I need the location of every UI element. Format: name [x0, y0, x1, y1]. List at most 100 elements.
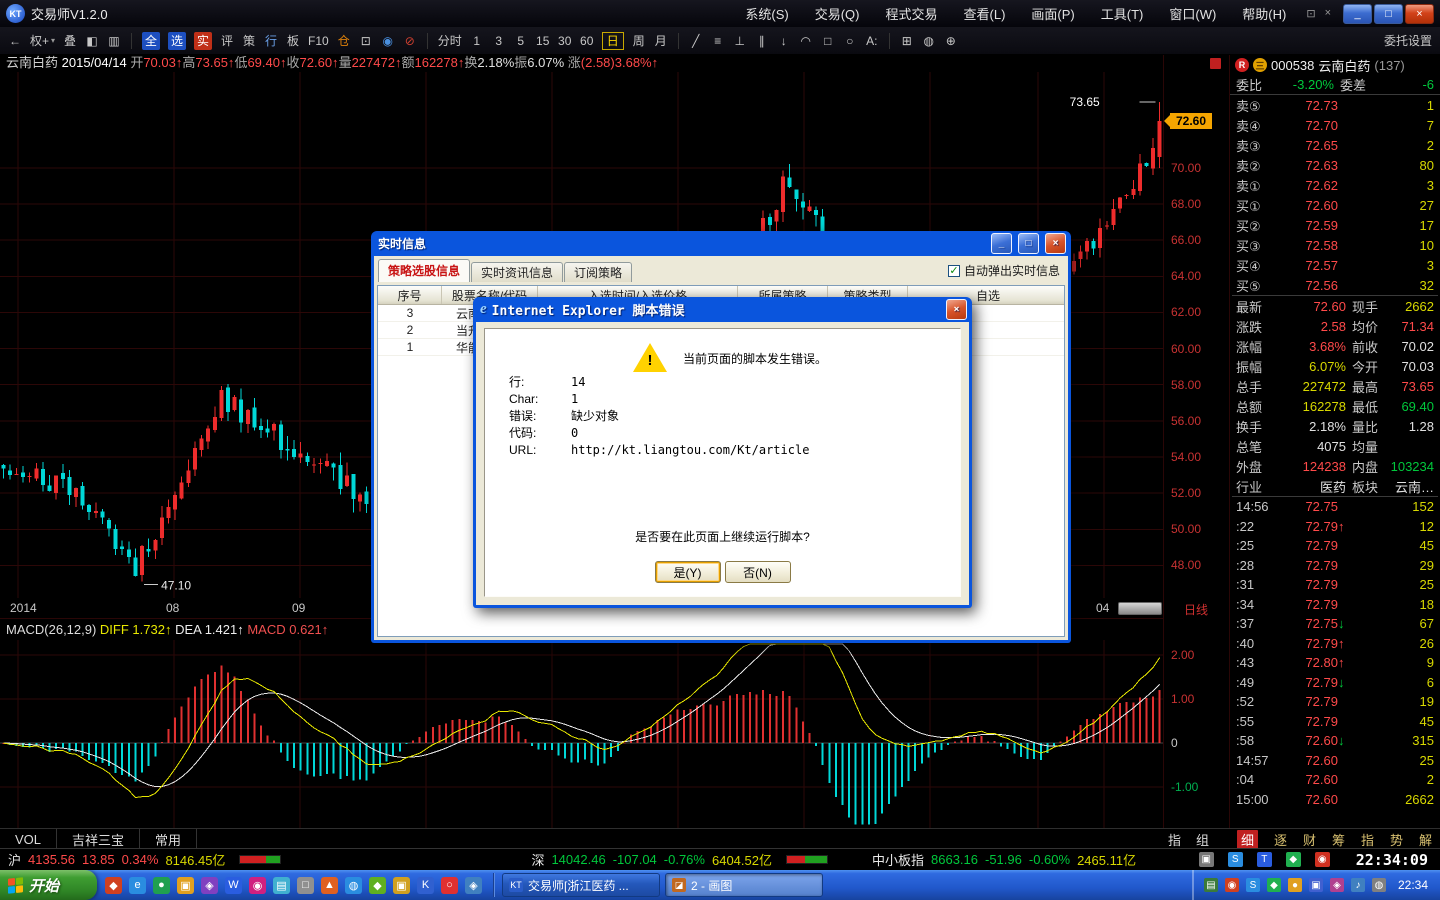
h-scrollbar-thumb[interactable]: [1118, 602, 1162, 615]
quick-launch-icon-1[interactable]: e: [129, 877, 146, 894]
tray-icon-3[interactable]: ◆: [1267, 878, 1281, 892]
ie-dialog-close-button[interactable]: ×: [946, 299, 967, 320]
statusbar-icon-2[interactable]: T: [1257, 852, 1272, 867]
trendline-tool-icon[interactable]: ╱: [689, 32, 703, 50]
zoom-icon[interactable]: ⊕: [944, 32, 958, 50]
period-day[interactable]: 日: [602, 32, 624, 50]
menu-item-0[interactable]: 系统(S): [745, 4, 788, 23]
grid-view-icon[interactable]: ▥: [107, 32, 121, 50]
mini-tab-1[interactable]: 组: [1196, 830, 1209, 849]
all-market-button[interactable]: 全: [142, 32, 160, 50]
task-button-1[interactable]: ◪2 - 画图: [665, 873, 823, 897]
yes-button[interactable]: 是(Y): [655, 561, 721, 583]
start-button[interactable]: 开始: [0, 870, 97, 900]
quote-tab-逐[interactable]: 逐: [1274, 830, 1287, 849]
quick-launch-icon-7[interactable]: ▤: [273, 877, 290, 894]
period-60min[interactable]: 60: [580, 32, 594, 50]
quick-launch-icon-6[interactable]: ◉: [249, 877, 266, 894]
quick-launch-icon-12[interactable]: ▣: [393, 877, 410, 894]
quick-launch-icon-3[interactable]: ▣: [177, 877, 194, 894]
quote-tab-筹[interactable]: 筹: [1332, 830, 1345, 849]
overlay-icon[interactable]: 叠: [63, 32, 77, 50]
hline-tool-icon[interactable]: ≡: [711, 32, 725, 50]
statusbar-icon-3[interactable]: ◆: [1286, 852, 1301, 867]
dialog-close-button[interactable]: ×: [1045, 233, 1066, 254]
text-tool-icon[interactable]: A:: [865, 32, 879, 50]
quick-launch-icon-4[interactable]: ◈: [201, 877, 218, 894]
quick-launch-icon-0[interactable]: ◆: [105, 877, 122, 894]
tray-icon-0[interactable]: ▤: [1204, 878, 1218, 892]
arc-tool-icon[interactable]: ◠: [799, 32, 813, 50]
info-icon[interactable]: 三: [1253, 58, 1267, 72]
quotes-button[interactable]: 行: [264, 32, 278, 50]
axis-corner-icon[interactable]: [1210, 58, 1221, 69]
task-button-0[interactable]: KT交易师[浙江医药 ...: [502, 873, 660, 897]
f10-button[interactable]: F10: [308, 32, 329, 50]
menu-item-4[interactable]: 画面(P): [1031, 4, 1074, 23]
dialog-minimize-button[interactable]: _: [991, 233, 1012, 254]
dialog-tab-2[interactable]: 订阅策略: [564, 262, 632, 282]
dialog-maximize-button[interactable]: □: [1018, 233, 1039, 254]
quote-tab-财[interactable]: 财: [1303, 830, 1316, 849]
channel-tool-icon[interactable]: ∥: [755, 32, 769, 50]
quote-tab-指[interactable]: 指: [1361, 830, 1374, 849]
indicator-tab-1[interactable]: 吉祥三宝: [57, 829, 140, 849]
indicator-tab-0[interactable]: VOL: [0, 829, 57, 849]
quick-launch-icon-10[interactable]: ◍: [345, 877, 362, 894]
table-column-header-0[interactable]: 序号: [378, 286, 442, 304]
quick-launch-icon-13[interactable]: K: [417, 877, 434, 894]
quote-tab-细[interactable]: 细: [1237, 830, 1258, 849]
layout-icon[interactable]: ⊞: [900, 32, 914, 50]
dialog-tab-1[interactable]: 实时资讯信息: [471, 262, 563, 282]
period-month[interactable]: 月: [654, 32, 668, 50]
maximize-button[interactable]: □: [1374, 4, 1403, 24]
statusbar-icon-4[interactable]: ◉: [1315, 852, 1330, 867]
period-label[interactable]: 日线: [1184, 601, 1208, 618]
macd-chart[interactable]: [0, 640, 1163, 828]
board-button[interactable]: 板: [286, 32, 300, 50]
menu-item-2[interactable]: 程式交易: [886, 4, 938, 23]
stop-icon[interactable]: ⊘: [403, 32, 417, 50]
period-5min[interactable]: 5: [514, 32, 528, 50]
menu-item-3[interactable]: 查看(L): [964, 4, 1006, 23]
quick-launch-icon-11[interactable]: ◆: [369, 877, 386, 894]
review-button[interactable]: 评: [220, 32, 234, 50]
tray-icon-5[interactable]: ▣: [1309, 878, 1323, 892]
back-icon[interactable]: ←: [8, 32, 22, 50]
globe-icon[interactable]: ◍: [922, 32, 936, 50]
stock-pick-button[interactable]: 选: [168, 32, 186, 50]
quick-launch-icon-14[interactable]: ○: [441, 877, 458, 894]
menu-item-1[interactable]: 交易(Q): [815, 4, 860, 23]
order-settings-button[interactable]: 委托设置: [1384, 32, 1432, 50]
quote-tab-势[interactable]: 势: [1390, 830, 1403, 849]
tray-icon-7[interactable]: ♪: [1351, 878, 1365, 892]
ie-dialog-titlebar[interactable]: e Internet Explorer 脚本错误 ×: [476, 297, 969, 322]
statusbar-icon-0[interactable]: ▣: [1199, 852, 1214, 867]
period-30min[interactable]: 30: [558, 32, 572, 50]
dialog-tab-0[interactable]: 策略选股信息: [378, 259, 470, 282]
close-button[interactable]: ×: [1405, 4, 1434, 24]
period-1min[interactable]: 1: [470, 32, 484, 50]
tray-icon-1[interactable]: ◉: [1225, 878, 1239, 892]
statusbar-icon-1[interactable]: S: [1228, 852, 1243, 867]
circle-tool-icon[interactable]: ○: [843, 32, 857, 50]
mdi-close-icon[interactable]: ×: [1325, 7, 1331, 20]
quick-launch-icon-8[interactable]: □: [297, 877, 314, 894]
rights-icon[interactable]: R: [1235, 58, 1249, 72]
position-button[interactable]: 仓: [337, 32, 351, 50]
rect-tool-icon[interactable]: □: [821, 32, 835, 50]
quick-launch-icon-15[interactable]: ◈: [465, 877, 482, 894]
tray-icon-6[interactable]: ◈: [1330, 878, 1344, 892]
minimize-button[interactable]: _: [1343, 4, 1372, 24]
tray-icon-8[interactable]: ◍: [1372, 878, 1386, 892]
mini-tab-0[interactable]: 指: [1168, 830, 1181, 849]
realtime-dialog-titlebar[interactable]: 实时信息 _ □ ×: [374, 231, 1068, 256]
menu-item-6[interactable]: 窗口(W): [1169, 4, 1216, 23]
quick-launch-icon-9[interactable]: ▲: [321, 877, 338, 894]
realtime-button[interactable]: 实: [194, 32, 212, 50]
exright-dropdown[interactable]: 权+▾: [30, 32, 55, 50]
period-15min[interactable]: 15: [536, 32, 550, 50]
quick-launch-icon-5[interactable]: W: [225, 877, 242, 894]
autopop-checkbox[interactable]: ✓: [948, 265, 960, 277]
strategy-button[interactable]: 策: [242, 32, 256, 50]
